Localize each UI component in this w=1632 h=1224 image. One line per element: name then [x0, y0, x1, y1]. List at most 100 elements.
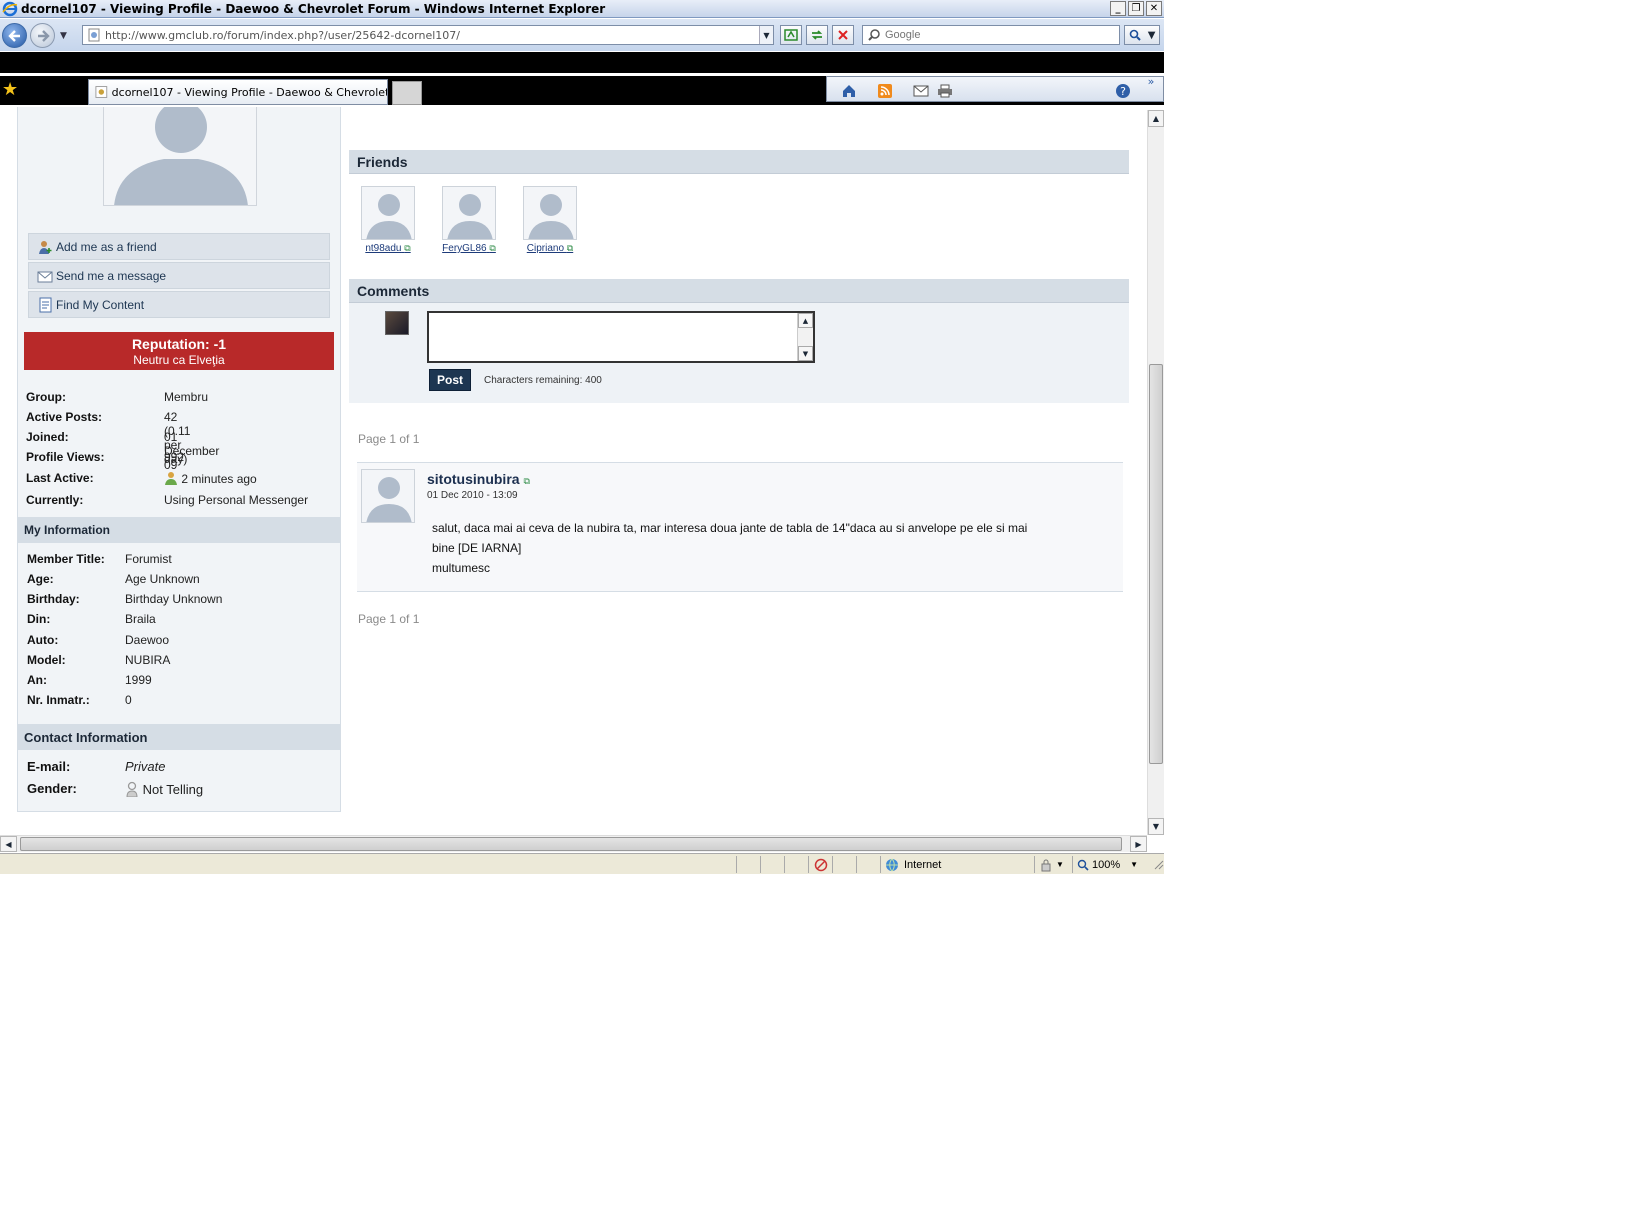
- home-icon[interactable]: [841, 83, 857, 99]
- user-silhouette-icon: [528, 194, 574, 239]
- friend-name-link[interactable]: Cipriano ⧉: [520, 243, 580, 254]
- stop-button[interactable]: [832, 25, 854, 45]
- search-go-button[interactable]: ▼: [1124, 25, 1160, 45]
- stat-row: Active Posts: 42 (0.11 per day): [26, 410, 190, 466]
- comment-line: salut, daca mai ai ceva de la nubira ta,…: [432, 521, 1028, 535]
- address-field[interactable]: http://www.gmclub.ro/forum/index.php?/us…: [82, 25, 774, 45]
- friend-item[interactable]: nt98adu ⧉: [358, 186, 418, 254]
- stat-key: Currently:: [26, 493, 84, 507]
- comment-author: sitotusinubira: [427, 471, 520, 487]
- post-button[interactable]: Post: [429, 369, 471, 391]
- zoom-control[interactable]: 100% ▼: [1072, 856, 1148, 873]
- info-value: 0: [125, 693, 132, 707]
- close-button[interactable]: ✕: [1146, 1, 1162, 16]
- friend-name-link[interactable]: FeryGL86 ⧉: [439, 243, 499, 254]
- comment-author-avatar[interactable]: [361, 469, 415, 523]
- scroll-down-icon[interactable]: ▼: [798, 346, 813, 361]
- info-key: An:: [27, 673, 47, 687]
- status-bar: Internet ▼ 100% ▼: [0, 853, 1164, 874]
- toolbar-band: [0, 52, 1164, 73]
- comment-textarea[interactable]: [429, 313, 799, 361]
- scroll-down-icon[interactable]: ▼: [1148, 818, 1164, 835]
- find-content-button[interactable]: Find My Content: [28, 291, 330, 318]
- help-icon[interactable]: ?: [1115, 83, 1131, 99]
- new-tab-button[interactable]: [392, 81, 422, 105]
- zoom-icon: [1077, 859, 1089, 871]
- recent-pages-dropdown[interactable]: ▼: [60, 31, 67, 41]
- popup-blocker-icon[interactable]: [808, 856, 832, 873]
- contact-value: Not Telling: [125, 781, 204, 798]
- info-value: 1999: [125, 673, 152, 687]
- refresh-button[interactable]: [806, 25, 828, 45]
- gender-unknown-icon: [126, 781, 138, 798]
- stat-row: Joined: 01 December 09: [26, 430, 219, 472]
- scroll-right-icon[interactable]: ▶: [1130, 836, 1147, 852]
- vertical-scrollbar[interactable]: ▲ ▼: [1147, 110, 1164, 835]
- stat-value: Using Personal Messenger: [164, 493, 309, 507]
- send-message-button[interactable]: Send me a message: [28, 262, 330, 289]
- page-info-top: Page 1 of 1: [358, 432, 420, 446]
- scroll-left-icon[interactable]: ◀: [0, 836, 17, 852]
- compatibility-button[interactable]: [780, 25, 802, 45]
- rss-feed-icon[interactable]: [877, 83, 893, 99]
- contact-key: E-mail:: [27, 759, 71, 774]
- tab-active[interactable]: dcornel107 - Viewing Profile - Daewoo & …: [88, 79, 388, 105]
- info-row: Birthday: Birthday Unknown: [27, 592, 222, 606]
- comment-author-link[interactable]: sitotusinubira ⧉: [427, 471, 530, 487]
- info-value: Braila: [125, 612, 156, 626]
- friend-avatar[interactable]: [442, 186, 496, 240]
- security-zone[interactable]: Internet: [880, 856, 1034, 873]
- comment-textarea-frame: ▲ ▼: [427, 311, 815, 363]
- friend-avatar[interactable]: [361, 186, 415, 240]
- browser-window: dcornel107 - Viewing Profile - Daewoo & …: [0, 0, 1164, 874]
- add-friend-icon: [39, 240, 52, 254]
- stat-key: Joined:: [26, 430, 69, 444]
- scroll-up-icon[interactable]: ▲: [798, 313, 813, 328]
- back-button[interactable]: [2, 23, 27, 48]
- scroll-up-icon[interactable]: ▲: [1148, 110, 1164, 127]
- horizontal-scrollbar[interactable]: ◀ ▶: [0, 835, 1147, 852]
- contact-row: E-mail: Private: [27, 759, 165, 774]
- textarea-scrollbar[interactable]: ▲ ▼: [797, 313, 813, 361]
- friend-name: Cipriano: [526, 243, 565, 254]
- gender-value: Not Telling: [142, 782, 204, 797]
- status-segment: [784, 856, 808, 873]
- chevron-more-icon[interactable]: »: [1143, 73, 1159, 89]
- globe-icon: [886, 858, 898, 871]
- friend-item[interactable]: FeryGL86 ⧉: [439, 186, 499, 254]
- print-icon[interactable]: [937, 83, 953, 99]
- info-row: Age: Age Unknown: [27, 572, 200, 586]
- add-friend-button[interactable]: Add me as a friend: [28, 233, 330, 260]
- address-dropdown[interactable]: ▼: [759, 26, 773, 44]
- friend-avatar[interactable]: [523, 186, 577, 240]
- favorites-star-icon[interactable]: ★: [2, 80, 22, 100]
- horizontal-scroll-thumb[interactable]: [20, 837, 1122, 851]
- page-icon: [88, 28, 100, 42]
- user-silhouette-icon: [366, 194, 412, 239]
- mail-icon[interactable]: [913, 83, 929, 99]
- stat-value: 992: [164, 450, 185, 464]
- page-info-bottom: Page 1 of 1: [358, 612, 420, 626]
- search-options-dropdown[interactable]: ▼: [1148, 30, 1156, 41]
- friend-name-link[interactable]: nt98adu ⧉: [358, 243, 418, 254]
- comments-heading: Comments: [349, 279, 1129, 303]
- comment-line: multumesc: [432, 561, 491, 575]
- search-box[interactable]: [862, 25, 1120, 45]
- resize-grip-icon[interactable]: [1150, 856, 1164, 873]
- vertical-scroll-thumb[interactable]: [1149, 364, 1163, 764]
- friend-item[interactable]: Cipriano ⧉: [520, 186, 580, 254]
- tab-label: dcornel107 - Viewing Profile - Daewoo & …: [111, 85, 387, 99]
- search-icon: [868, 29, 880, 41]
- maximize-button[interactable]: ❐: [1128, 1, 1144, 16]
- info-value: Daewoo: [125, 633, 170, 647]
- stat-row: Last Active: 2 minutes ago: [26, 471, 257, 486]
- stat-row: Currently: Using Personal Messenger: [26, 493, 308, 507]
- minimize-button[interactable]: _: [1110, 1, 1126, 16]
- info-value: NUBIRA: [125, 653, 171, 667]
- title-bar: dcornel107 - Viewing Profile - Daewoo & …: [0, 0, 1164, 18]
- search-input[interactable]: [885, 29, 1105, 41]
- arrow-left-icon: [7, 29, 20, 42]
- protected-mode-icon[interactable]: ▼: [1034, 856, 1072, 873]
- contact-row: Gender: Not Telling: [27, 781, 203, 798]
- forward-button[interactable]: [30, 23, 55, 48]
